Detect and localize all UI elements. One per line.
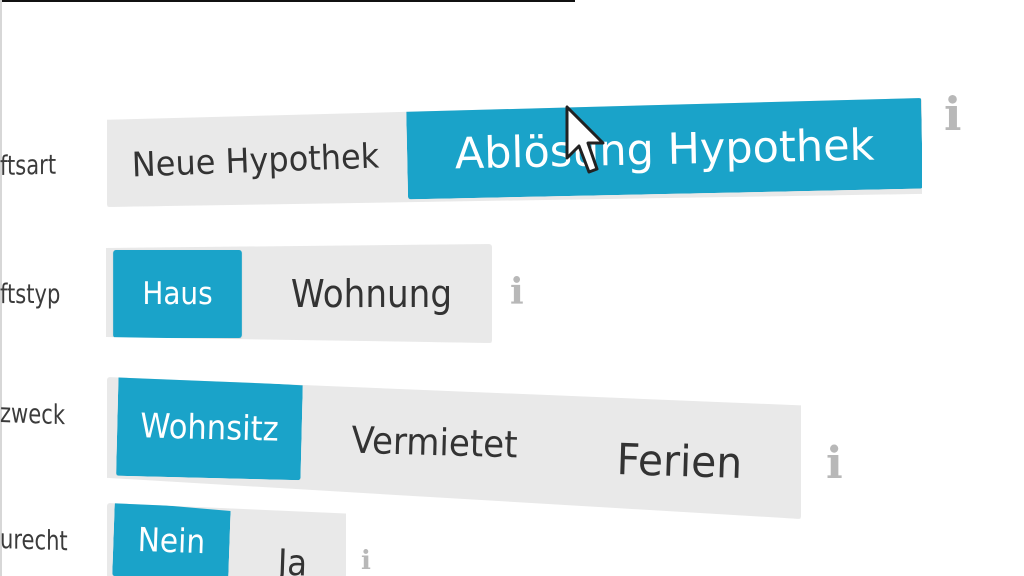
option-wohnung[interactable]: Wohnung	[263, 244, 480, 343]
option-neue-hypothek[interactable]: Neue Hypothek	[115, 125, 396, 197]
segmented-control-wohnrecht: Nein Ja	[107, 503, 346, 576]
info-icon[interactable]: i	[361, 548, 371, 574]
option-abloesung-hypothek[interactable]: Ablösung Hypothek	[406, 98, 922, 199]
option-vermietet[interactable]: Vermietet	[330, 407, 539, 477]
top-border	[0, 0, 575, 2]
option-wohnsitz[interactable]: Wohnsitz	[116, 377, 303, 480]
option-nein[interactable]: Nein	[112, 503, 231, 576]
screen: ftsart Neue Hypothek Ablösung Hypothek i…	[0, 0, 1024, 576]
option-ja[interactable]: Ja	[243, 529, 341, 576]
row-label-nutzungszweck: zweck	[0, 398, 66, 432]
option-haus[interactable]: Haus	[113, 250, 242, 338]
row-label-wohnrecht: urecht	[0, 524, 68, 558]
info-icon[interactable]: i	[510, 274, 524, 310]
option-ferien[interactable]: Ferien	[586, 427, 773, 497]
segmented-control-nutzungszweck: Wohnsitz Vermietet Ferien	[107, 377, 801, 519]
info-icon[interactable]: i	[826, 442, 843, 486]
row-label-liegenschaftstyp: ftstyp	[0, 279, 61, 310]
segmented-control-geschaeftsart: Neue Hypothek Ablösung Hypothek	[107, 98, 922, 207]
row-label-geschaeftsart: ftsart	[0, 149, 57, 182]
segmented-control-liegenschaftstyp: Haus Wohnung	[106, 244, 492, 343]
info-icon[interactable]: i	[944, 91, 961, 137]
